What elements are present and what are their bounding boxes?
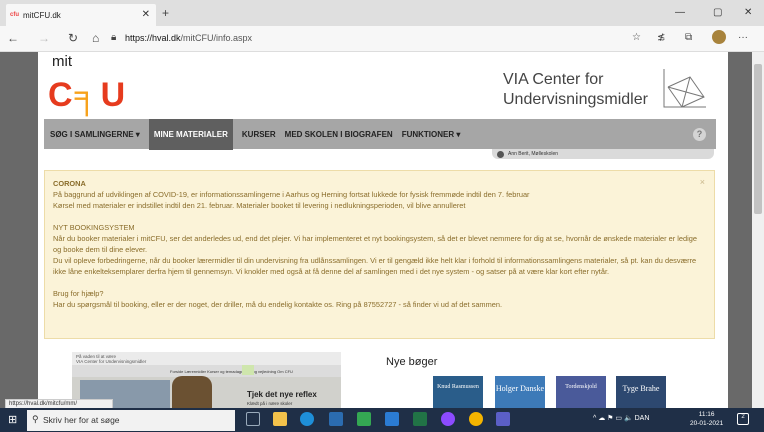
store-icon[interactable] bbox=[329, 412, 343, 426]
logo-letter-c: C bbox=[48, 76, 75, 114]
more-icon[interactable]: ··· bbox=[738, 32, 748, 43]
url-field[interactable]: https://hval.dk/mitCFU/info.aspx bbox=[125, 33, 252, 43]
promo-header: På vaden til at være VIA Center for Unde… bbox=[72, 352, 341, 365]
book-cover[interactable]: Holger Danske bbox=[495, 376, 545, 408]
scrollbar-thumb[interactable] bbox=[754, 64, 762, 214]
refresh-icon[interactable]: ↻ bbox=[68, 31, 78, 45]
url-host: https://hval.dk bbox=[125, 33, 181, 43]
favorite-star-icon[interactable]: ☆ bbox=[632, 32, 641, 43]
logo-mit-text[interactable]: mit bbox=[52, 53, 72, 70]
back-icon[interactable]: ← bbox=[7, 31, 19, 45]
alert-corona-line2: Kørsel med materialer er indstillet indt… bbox=[53, 201, 466, 210]
favorites-icon[interactable]: ≴ bbox=[657, 32, 665, 43]
via-title: VIA Center for Undervisningsmidler bbox=[503, 70, 648, 110]
alert-corona-line1: På baggrund af udviklingen af COVID-19, … bbox=[53, 190, 530, 199]
nav-search-collections[interactable]: SØG I SAMLINGERNE ▾ bbox=[50, 130, 140, 139]
via-line1: VIA Center for bbox=[503, 71, 604, 88]
book-cover[interactable]: Knud Rasmussen bbox=[433, 376, 483, 408]
via-logo-icon bbox=[663, 69, 706, 108]
tab-title: mitCFU.dk bbox=[23, 10, 61, 20]
taskbar-search-input[interactable]: ⚲ Skriv her for at søge bbox=[27, 410, 235, 431]
profile-avatar[interactable] bbox=[712, 30, 726, 44]
notification-icon[interactable]: 2 bbox=[737, 413, 749, 425]
alert-help-text: Har du spørgsmål til booking, eller er d… bbox=[53, 300, 503, 309]
lock-icon: 🔒︎ bbox=[111, 32, 117, 43]
info-alert: × CORONA På baggrund af udviklingen af C… bbox=[44, 170, 715, 339]
home-icon[interactable]: ⌂ bbox=[92, 31, 99, 45]
tab-close-icon[interactable]: ✕ bbox=[142, 9, 150, 20]
new-tab-button[interactable]: + bbox=[162, 6, 169, 20]
alert-title-booking: NYT BOOKINGSYSTEM bbox=[53, 223, 135, 232]
promo-header-line2: VIA Center for Undervisningsmidler bbox=[76, 359, 147, 364]
user-icon bbox=[497, 151, 504, 158]
windows-start-icon[interactable]: ⊞ bbox=[8, 413, 17, 426]
app-icon[interactable] bbox=[357, 412, 371, 426]
nav-my-materials[interactable]: MINE MATERIALER bbox=[148, 118, 233, 150]
alert-close-icon[interactable]: × bbox=[700, 177, 705, 188]
via-line2: Undervisningsmidler bbox=[503, 91, 648, 108]
promo-heart-icon bbox=[242, 365, 254, 375]
system-tray[interactable]: ^ ☁ ⚑ ▭ 🔈 DAN bbox=[593, 414, 649, 422]
forward-icon[interactable]: → bbox=[38, 31, 50, 45]
book-cover[interactable]: Tyge Brahe bbox=[616, 376, 666, 408]
messenger-icon[interactable] bbox=[441, 412, 455, 426]
cfu-favicon: cfu bbox=[10, 12, 19, 18]
search-icon: ⚲ bbox=[32, 414, 39, 424]
excel-icon[interactable] bbox=[413, 412, 427, 426]
book-cover[interactable]: Tordenskjold bbox=[556, 376, 606, 408]
help-icon[interactable]: ? bbox=[693, 128, 706, 141]
close-window-icon[interactable]: ✕ bbox=[744, 7, 752, 18]
promo-person-image bbox=[172, 376, 212, 408]
collections-icon[interactable]: ⧉ bbox=[685, 32, 692, 43]
main-nav: SØG I SAMLINGERNE ▾ MINE MATERIALER KURS… bbox=[44, 118, 716, 150]
promo-subtitle: Klædt på i nære skoler bbox=[247, 401, 293, 406]
file-explorer-icon[interactable] bbox=[273, 412, 287, 426]
clock-date: 20-01-2021 bbox=[690, 420, 724, 427]
nav-school-cinema[interactable]: MED SKOLEN I BIOGRAFEN bbox=[285, 130, 393, 139]
taskbar-search-placeholder: Skriv her for at søge bbox=[43, 415, 120, 425]
logo-letter-u: U bbox=[100, 76, 128, 114]
cfu-logo[interactable]: C╕U bbox=[48, 75, 127, 115]
logo-letter-f: ╕ bbox=[74, 76, 101, 114]
nav-courses[interactable]: KURSER bbox=[242, 130, 276, 139]
browser-tab[interactable]: cfu mitCFU.dk ✕ bbox=[6, 4, 156, 26]
alert-booking-text: Når du booker materialer i mitCFU, ser d… bbox=[53, 234, 697, 254]
promo-title: Tjek det nye reflex bbox=[247, 390, 317, 399]
url-path: /mitCFU/info.aspx bbox=[180, 33, 253, 43]
alert-title-corona: CORONA bbox=[53, 179, 86, 188]
promo-menu: Forside Lærermidler Kurser og temadage F… bbox=[170, 369, 293, 374]
user-info-bar[interactable]: Ann Berit, Mølleskolen bbox=[492, 149, 714, 159]
edge-icon[interactable] bbox=[300, 412, 314, 426]
task-view-icon[interactable] bbox=[246, 412, 260, 426]
nav-functions[interactable]: FUNKTIONER ▾ bbox=[402, 130, 461, 139]
alert-title-help: Brug for hjælp? bbox=[53, 289, 104, 298]
clock-time: 11:16 bbox=[698, 411, 715, 418]
teams-icon[interactable] bbox=[496, 412, 510, 426]
alert-improvements-text: Du vil opleve forbedringerne, når du boo… bbox=[53, 256, 697, 276]
chrome-icon[interactable] bbox=[469, 412, 483, 426]
new-books-heading: Nye bøger bbox=[386, 356, 438, 368]
taskbar-clock[interactable]: 11:16 20-01-2021 bbox=[690, 410, 723, 428]
minimize-icon[interactable]: — bbox=[675, 7, 685, 18]
restore-icon[interactable]: ▢ bbox=[713, 7, 722, 18]
word-icon[interactable] bbox=[385, 412, 399, 426]
